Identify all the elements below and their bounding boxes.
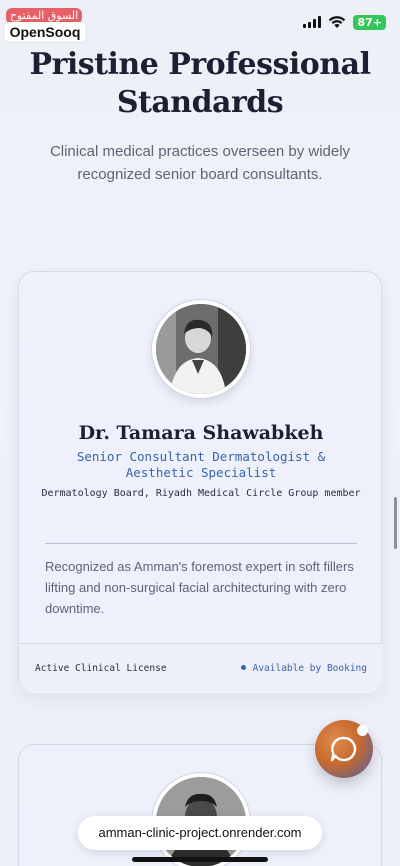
license-label: Active Clinical License: [35, 663, 167, 674]
scrollbar-thumb[interactable]: [394, 497, 397, 549]
doctor-title: Senior Consultant Dermatologist & Aesthe…: [76, 449, 326, 480]
section-subtitle: Clinical medical practices overseen by w…: [49, 143, 351, 183]
url-bar[interactable]: amman-clinic-project.onrender.com: [78, 816, 322, 850]
chat-button[interactable]: [315, 720, 373, 778]
wifi-icon: [329, 16, 346, 28]
section-title: Pristine Professional Standards: [29, 47, 371, 120]
battery-icon: 87+: [353, 14, 386, 30]
doctor-name: Dr. Tamara Shawabkeh: [78, 422, 324, 444]
doctor-card: Dr. Tamara Shawabkeh Senior Consultant D…: [18, 271, 383, 693]
card-footer: Active Clinical License Available by Boo…: [19, 643, 383, 693]
availability-label: Available by Booking: [252, 663, 367, 674]
status-icons: 87+: [303, 14, 386, 30]
doctor-board: Dermatology Board, Riyadh Medical Circle…: [41, 488, 361, 499]
avatar-photo: [156, 304, 246, 394]
status-dot-icon: [240, 665, 246, 670]
app-badge[interactable]: السوق المفتوح OpenSooq: [4, 6, 86, 42]
availability-status: Available by Booking: [240, 663, 367, 674]
card-divider: [45, 543, 357, 544]
status-bar: السوق المفتوح OpenSooq 87+: [0, 0, 400, 44]
home-indicator[interactable]: [132, 857, 268, 862]
doctor-avatar: [152, 300, 250, 398]
signal-icon: [303, 16, 322, 28]
notification-dot-icon: [357, 725, 368, 736]
doctor-description: Recognized as Amman's foremost expert in…: [45, 559, 354, 616]
app-name-pill[interactable]: OpenSooq: [4, 22, 86, 42]
